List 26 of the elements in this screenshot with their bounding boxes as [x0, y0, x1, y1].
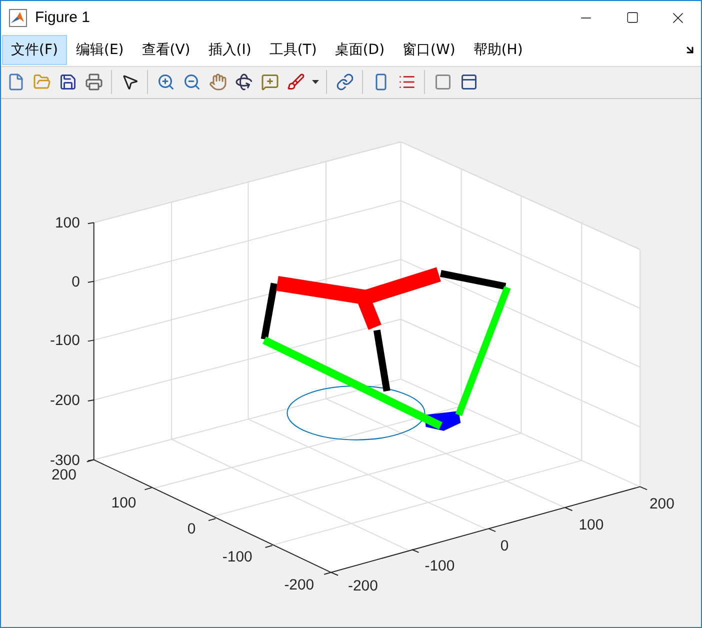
- y-tick-label: 100: [111, 494, 136, 512]
- x-tick-label: -200: [348, 577, 378, 594]
- z-tick-label: -200: [50, 392, 80, 409]
- x-tick-label: -100: [424, 557, 455, 574]
- maximize-icon[interactable]: [626, 11, 638, 24]
- menu-item[interactable]: 帮助(H): [464, 34, 532, 65]
- z-tick-label: 100: [54, 214, 80, 232]
- z-tick-label: 0: [72, 273, 80, 290]
- y-tick-label: -100: [222, 548, 252, 566]
- menu-item[interactable]: 插入(I): [199, 34, 260, 65]
- menu-item[interactable]: 查看(V): [132, 34, 200, 65]
- z-tick-label: -300: [50, 452, 80, 469]
- x-tick-label: 0: [500, 537, 509, 554]
- y-tick-label: 200: [52, 466, 76, 484]
- window-title: Figure 1: [35, 9, 92, 26]
- x-tick-label: 200: [649, 495, 674, 512]
- y-tick-label: -200: [284, 576, 314, 594]
- menu-item[interactable]: 工具(T): [260, 34, 326, 65]
- menu-item[interactable]: 窗口(W): [394, 34, 464, 65]
- menu-item[interactable]: 文件(F): [2, 34, 67, 65]
- menu-item[interactable]: 编辑(E): [66, 34, 133, 65]
- app-logo-icon: [9, 8, 27, 26]
- z-tick-label: -100: [50, 332, 80, 349]
- menu-item[interactable]: 桌面(D): [326, 34, 394, 65]
- y-tick-label: 0: [187, 520, 196, 538]
- x-tick-label: 100: [578, 516, 604, 534]
